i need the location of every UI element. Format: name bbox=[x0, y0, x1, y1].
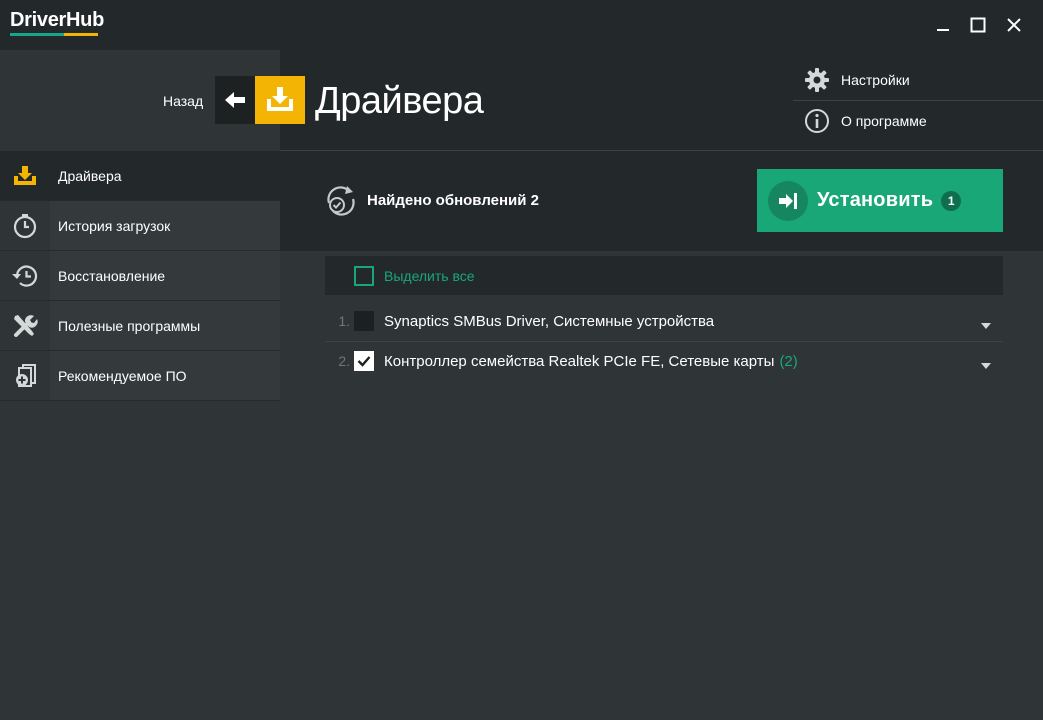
logo-underline bbox=[10, 33, 98, 36]
list-item[interactable]: 2. Контроллер семейства Realtek PCIe FE,… bbox=[325, 341, 1003, 381]
sidebar-item-label: Восстановление bbox=[58, 267, 166, 284]
sidebar-item-label: Рекомендуемое ПО bbox=[58, 367, 187, 384]
chevron-down-icon[interactable] bbox=[981, 356, 991, 374]
page-title: Драйвера bbox=[315, 80, 484, 122]
select-all-row: Выделить все bbox=[325, 256, 1003, 295]
driver-download-icon bbox=[0, 151, 50, 200]
row-number: 2. bbox=[338, 353, 350, 369]
info-icon bbox=[797, 108, 837, 134]
about-link[interactable]: О программе bbox=[793, 101, 1043, 141]
select-all-label[interactable]: Выделить все bbox=[384, 268, 475, 284]
app-logo: DriverHub bbox=[10, 9, 104, 31]
row-number: 1. bbox=[338, 313, 350, 329]
install-button[interactable]: Установить 1 bbox=[757, 169, 1003, 232]
checkmark-icon bbox=[357, 356, 371, 367]
back-label[interactable]: Назад bbox=[163, 93, 203, 109]
install-icon-circle bbox=[768, 180, 808, 221]
close-button[interactable] bbox=[1001, 12, 1027, 38]
arrow-left-icon bbox=[225, 92, 245, 108]
back-button[interactable] bbox=[215, 76, 255, 124]
recommended-apps-icon bbox=[0, 351, 50, 400]
refresh-check-icon bbox=[323, 183, 359, 224]
sidebar-item-recommended-software[interactable]: Рекомендуемое ПО bbox=[0, 351, 280, 401]
gear-icon bbox=[797, 67, 837, 93]
driver-name: Контроллер семейства Realtek PCIe FE, Се… bbox=[384, 352, 775, 370]
close-icon bbox=[1007, 18, 1021, 32]
sidebar-item-drivers[interactable]: Драйвера bbox=[0, 151, 280, 201]
maximize-button[interactable] bbox=[965, 12, 991, 38]
driver-download-icon bbox=[267, 87, 293, 111]
install-button-label: Установить bbox=[817, 189, 934, 211]
tools-icon bbox=[0, 301, 50, 350]
settings-link[interactable]: Настройки bbox=[793, 60, 1043, 100]
settings-label: Настройки bbox=[841, 72, 910, 88]
install-count-badge: 1 bbox=[941, 190, 962, 211]
clock-icon bbox=[0, 201, 50, 250]
sidebar-item-useful-programs[interactable]: Полезные программы bbox=[0, 301, 280, 351]
sidebar-item-label: Полезные программы bbox=[58, 317, 201, 334]
list-item[interactable]: 1. Synaptics SMBus Driver, Системные уст… bbox=[325, 301, 1003, 341]
sidebar-item-restore[interactable]: Восстановление bbox=[0, 251, 280, 301]
maximize-icon bbox=[970, 17, 986, 33]
title-bar: DriverHub bbox=[0, 0, 1043, 50]
minimize-button[interactable] bbox=[930, 12, 956, 38]
row-checkbox[interactable] bbox=[354, 351, 374, 371]
drivers-page-icon bbox=[255, 76, 305, 124]
updates-found-text: Найдено обновлений 2 bbox=[367, 192, 540, 209]
driver-count: (2) bbox=[779, 352, 798, 370]
install-arrow-icon bbox=[779, 192, 797, 209]
chevron-down-icon[interactable] bbox=[981, 316, 991, 334]
driver-name: Synaptics SMBus Driver, Системные устрой… bbox=[384, 312, 715, 330]
about-label: О программе bbox=[841, 113, 927, 129]
row-checkbox[interactable] bbox=[354, 311, 374, 331]
restore-history-icon bbox=[0, 251, 50, 300]
sidebar-item-label: Драйвера bbox=[58, 167, 122, 184]
select-all-checkbox[interactable] bbox=[354, 265, 374, 286]
sidebar-item-download-history[interactable]: История загрузок bbox=[0, 201, 280, 251]
minimize-icon bbox=[937, 29, 949, 31]
sidebar-item-label: История загрузок bbox=[58, 217, 171, 234]
